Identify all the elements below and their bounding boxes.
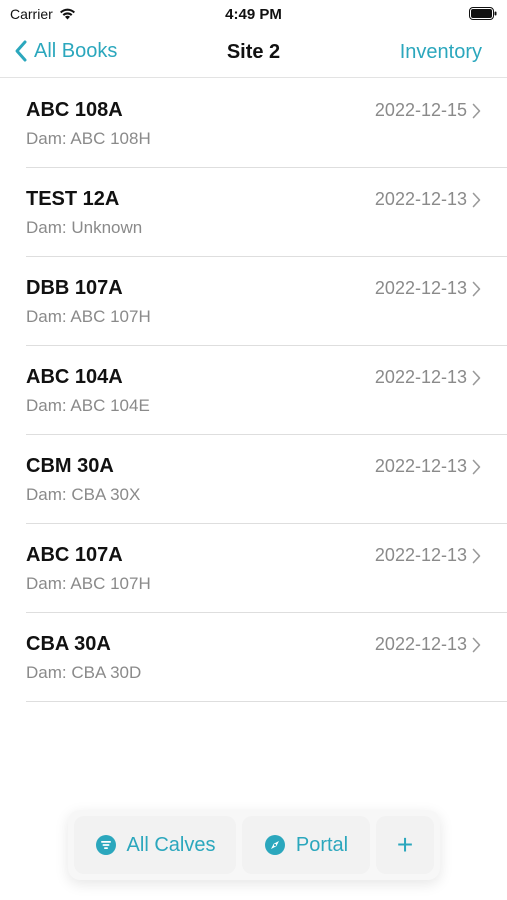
list-item[interactable]: ABC 104A Dam: ABC 104E 2022-12-13 [26, 346, 507, 435]
navigation-bar: All Books Site 2 Inventory [0, 28, 507, 78]
compass-icon [264, 835, 285, 855]
chevron-left-icon [15, 40, 27, 62]
row-dam: Dam: ABC 108H [26, 129, 151, 148]
row-title: ABC 107A [26, 544, 123, 566]
portal-button[interactable]: Portal [242, 816, 370, 874]
list-item[interactable]: ABC 108A Dam: ABC 108H 2022-12-15 [26, 79, 507, 168]
row-dam: Dam: ABC 104E [26, 396, 150, 415]
row-date: 2022-12-13 [374, 456, 467, 476]
row-title: CBA 30A [26, 633, 111, 655]
all-calves-button[interactable]: All Calves [74, 816, 236, 874]
list-circle-icon [95, 835, 116, 855]
battery-icon [469, 7, 497, 20]
plus-icon: + [396, 829, 414, 860]
chevron-right-icon [472, 459, 481, 475]
list-item[interactable]: ABC 107A Dam: ABC 107H 2022-12-13 [26, 524, 507, 613]
row-dam: Dam: CBA 30X [26, 485, 141, 504]
row-date: 2022-12-13 [374, 278, 467, 298]
all-calves-label: All Calves [126, 833, 216, 856]
row-dam: Dam: ABC 107H [26, 574, 151, 593]
row-date: 2022-12-13 [374, 545, 467, 565]
chevron-right-icon [472, 370, 481, 386]
row-date: 2022-12-13 [374, 189, 467, 209]
portal-label: Portal [295, 833, 349, 856]
chevron-right-icon [472, 548, 481, 564]
row-title: ABC 104A [26, 366, 123, 388]
status-time: 4:49 PM [225, 6, 282, 23]
row-title: CBM 30A [26, 455, 114, 477]
list-item[interactable]: CBM 30A Dam: CBA 30X 2022-12-13 [26, 435, 507, 524]
row-date: 2022-12-15 [374, 100, 467, 120]
chevron-right-icon [472, 281, 481, 297]
row-date: 2022-12-13 [374, 367, 467, 387]
bottom-toolbar: All Calves Portal + [68, 810, 440, 880]
row-dam: Dam: ABC 107H [26, 307, 151, 326]
chevron-right-icon [472, 192, 481, 208]
back-button-label: All Books [34, 39, 118, 62]
row-dam: Dam: CBA 30D [26, 663, 142, 682]
row-dam: Dam: Unknown [26, 218, 143, 237]
row-date: 2022-12-13 [374, 634, 467, 654]
list-item[interactable]: TEST 12A Dam: Unknown 2022-12-13 [26, 168, 507, 257]
add-button[interactable]: + [376, 816, 434, 874]
row-title: DBB 107A [26, 277, 123, 299]
back-button[interactable]: All Books [14, 39, 117, 63]
status-bar: Carrier 4:49 PM [0, 0, 507, 28]
chevron-right-icon [472, 103, 481, 119]
list-item[interactable]: DBB 107A Dam: ABC 107H 2022-12-13 [26, 257, 507, 346]
chevron-right-icon [472, 637, 481, 653]
calf-list: ABC 108A Dam: ABC 108H 2022-12-15 TEST 1… [26, 79, 507, 702]
inventory-button[interactable]: Inventory [400, 41, 482, 64]
list-item[interactable]: CBA 30A Dam: CBA 30D 2022-12-13 [26, 613, 507, 702]
row-title: TEST 12A [26, 188, 120, 210]
row-title: ABC 108A [26, 99, 123, 121]
